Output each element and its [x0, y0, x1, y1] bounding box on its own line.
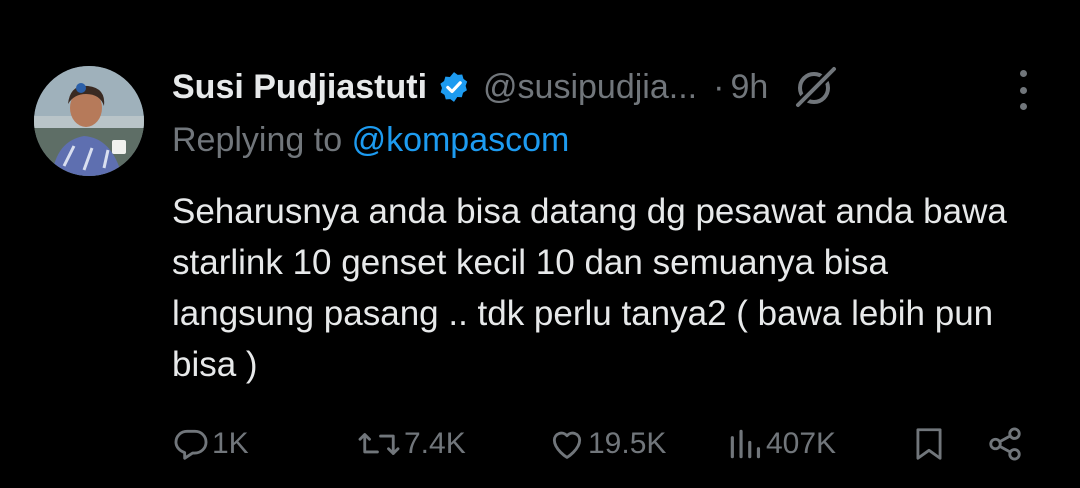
views-count: 407K — [766, 427, 837, 460]
tweet-time[interactable]: 9h — [730, 68, 768, 107]
repost-count: 7.4K — [404, 427, 466, 460]
tweet-header: Susi Pudjiastuti @susipudjia... · 9h — [172, 62, 838, 112]
avatar-photo — [34, 66, 144, 176]
avatar[interactable] — [34, 66, 144, 176]
views-button[interactable]: 407K — [726, 418, 836, 470]
reply-mention-link[interactable]: @kompascom — [352, 121, 570, 159]
bookmark-icon — [910, 424, 948, 464]
author-name[interactable]: Susi Pudjiastuti — [172, 68, 427, 107]
author-handle[interactable]: @susipudjia... — [483, 68, 697, 107]
repost-icon — [356, 425, 402, 463]
like-count: 19.5K — [588, 427, 667, 460]
views-icon — [726, 425, 764, 463]
replying-to: Replying to @kompascom — [172, 121, 569, 160]
like-icon — [548, 425, 586, 463]
share-icon — [986, 425, 1024, 463]
grok-icon[interactable] — [792, 64, 838, 110]
reply-icon — [172, 425, 210, 463]
repost-button[interactable]: 7.4K — [356, 418, 466, 470]
reply-count: 1K — [212, 427, 249, 460]
header-separator: · — [713, 67, 725, 106]
more-options-icon[interactable] — [1008, 70, 1038, 110]
verified-badge-icon — [437, 70, 471, 104]
replying-to-label: Replying to — [172, 121, 343, 159]
reply-button[interactable]: 1K — [172, 418, 249, 470]
tweet-actions: 1K 7.4K 19.5K 407K — [172, 418, 1032, 470]
like-button[interactable]: 19.5K — [548, 418, 666, 470]
share-button[interactable] — [986, 418, 1024, 470]
tweet-text: Seharusnya anda bisa datang dg pesawat a… — [172, 192, 1007, 384]
bookmark-button[interactable] — [910, 418, 948, 470]
